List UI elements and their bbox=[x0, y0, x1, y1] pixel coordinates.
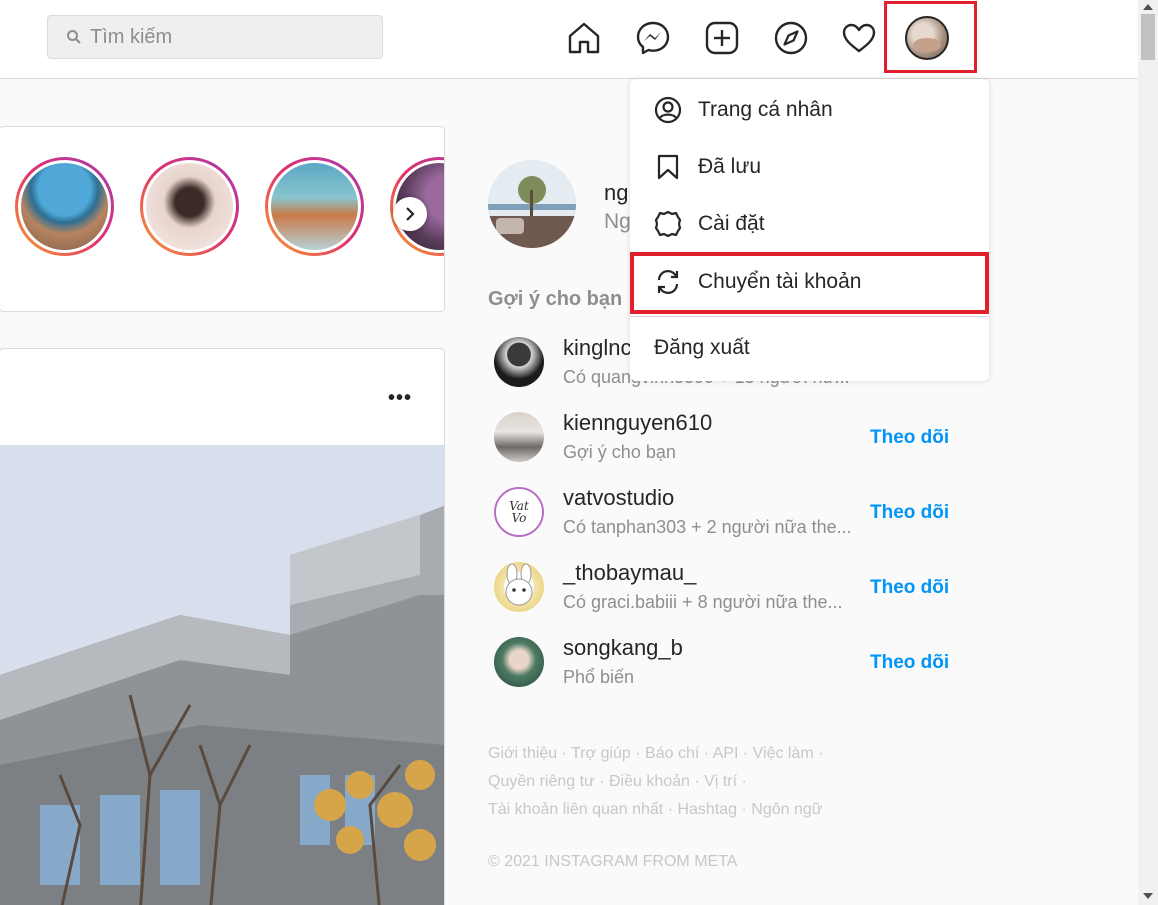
feed-post: ••• bbox=[0, 348, 445, 905]
explore-icon bbox=[774, 21, 808, 55]
suggestion-avatar[interactable] bbox=[494, 637, 544, 687]
my-avatar-photo bbox=[488, 160, 576, 248]
chevron-right-icon bbox=[406, 207, 415, 221]
scroll-thumb[interactable] bbox=[1141, 14, 1155, 60]
suggestion-subtitle: Có tanphan303 + 2 người nữa the... bbox=[563, 517, 852, 537]
suggestion-username[interactable]: songkang_b bbox=[563, 635, 683, 661]
story-avatar[interactable] bbox=[265, 157, 364, 256]
stories-next-button[interactable] bbox=[393, 197, 427, 231]
follow-button[interactable]: Theo dõi bbox=[870, 427, 949, 449]
menu-item-saved[interactable]: Đã lưu bbox=[630, 138, 989, 196]
menu-item-settings[interactable]: Cài đặt bbox=[630, 195, 989, 253]
follow-button[interactable]: Theo dõi bbox=[870, 577, 949, 599]
home-icon bbox=[568, 22, 600, 54]
profile-circle-icon bbox=[654, 96, 682, 124]
footer-copyright: © 2021 INSTAGRAM FROM META bbox=[488, 853, 738, 870]
follow-button[interactable]: Theo dõi bbox=[870, 652, 949, 674]
suggestion-row: songkang_b Phổ biến Theo dõi bbox=[494, 635, 964, 697]
settings-gear-icon bbox=[654, 210, 682, 238]
heart-icon bbox=[842, 23, 876, 53]
suggestion-subtitle: Gợi ý cho bạn bbox=[563, 442, 676, 462]
search-input[interactable] bbox=[90, 25, 350, 49]
home-button[interactable] bbox=[564, 18, 604, 58]
my-fullname: Ng bbox=[604, 210, 631, 233]
menu-item-logout[interactable]: Đăng xuất bbox=[630, 319, 989, 377]
suggestion-username[interactable]: kiennguyen610 bbox=[563, 410, 712, 436]
post-more-options-button[interactable]: ••• bbox=[388, 388, 412, 408]
rabbit-avatar-icon bbox=[505, 563, 533, 606]
vatvo-logo: VatVo bbox=[509, 499, 529, 525]
suggestion-row: Vat Vo vatvostudio Có tanphan303 + 2 ngườ… bbox=[494, 485, 964, 547]
footer-links-line1[interactable]: Giới thiệu · Trợ giúp · Báo chí · API · … bbox=[488, 745, 823, 763]
my-profile-avatar[interactable] bbox=[488, 160, 576, 248]
post-image[interactable] bbox=[0, 445, 444, 905]
suggestion-username[interactable]: vatvostudio bbox=[563, 485, 674, 511]
story-avatar[interactable] bbox=[140, 157, 239, 256]
suggestion-avatar[interactable] bbox=[494, 562, 544, 612]
svg-text:Vo: Vo bbox=[512, 511, 527, 525]
suggestion-username[interactable]: kinglnc bbox=[563, 335, 631, 361]
my-username[interactable]: ng bbox=[604, 180, 628, 206]
suggestions-title: Gợi ý cho bạn bbox=[488, 288, 623, 310]
suggestion-subtitle: Phổ biến bbox=[563, 667, 635, 687]
explore-button[interactable] bbox=[771, 18, 811, 58]
footer-links-line3[interactable]: Tài khoản liên quan nhất · Hashtag · Ngô… bbox=[488, 801, 822, 819]
suggestion-username[interactable]: _thobaymau_ bbox=[563, 560, 696, 586]
messenger-icon bbox=[636, 21, 670, 55]
search-bar[interactable] bbox=[47, 15, 383, 59]
switch-account-highlight-box bbox=[630, 252, 989, 314]
search-icon bbox=[67, 30, 81, 44]
suggestion-avatar[interactable] bbox=[494, 337, 544, 387]
follow-button[interactable]: Theo dõi bbox=[870, 502, 949, 524]
suggestion-avatar[interactable] bbox=[494, 412, 544, 462]
activity-button[interactable] bbox=[839, 18, 879, 58]
menu-item-profile[interactable]: Trang cá nhân bbox=[630, 81, 989, 139]
story-avatar[interactable] bbox=[15, 157, 114, 256]
profile-avatar-button[interactable] bbox=[905, 16, 949, 60]
menu-item-label: Đăng xuất bbox=[654, 336, 750, 359]
building-photo bbox=[0, 445, 444, 905]
suggestion-subtitle: Có graci.babiii + 8 người nữa the... bbox=[563, 592, 843, 612]
bookmark-icon bbox=[657, 154, 679, 180]
scroll-up-arrow-icon[interactable] bbox=[1143, 4, 1153, 10]
suggestion-row: kiennguyen610 Gợi ý cho bạn Theo dõi bbox=[494, 410, 964, 472]
menu-divider bbox=[630, 316, 989, 317]
footer-links-line2[interactable]: Quyền riêng tư · Điều khoản · Vị trí · bbox=[488, 773, 747, 791]
profile-dropdown-menu: Trang cá nhân Đã lưu Cài đặt Chuyển tài … bbox=[630, 79, 989, 381]
suggestion-row: _thobaymau_ Có graci.babiii + 8 người nữ… bbox=[494, 560, 964, 622]
new-post-icon bbox=[705, 21, 739, 55]
stories-tray bbox=[0, 126, 445, 312]
menu-item-label: Trang cá nhân bbox=[698, 98, 833, 121]
scroll-down-arrow-icon[interactable] bbox=[1143, 893, 1153, 899]
suggestion-avatar[interactable]: Vat Vo bbox=[494, 487, 544, 537]
new-post-button[interactable] bbox=[702, 18, 742, 58]
menu-item-label: Cài đặt bbox=[698, 212, 765, 235]
page-scrollbar[interactable] bbox=[1138, 0, 1158, 905]
messenger-button[interactable] bbox=[633, 18, 673, 58]
menu-item-label: Đã lưu bbox=[698, 155, 762, 178]
